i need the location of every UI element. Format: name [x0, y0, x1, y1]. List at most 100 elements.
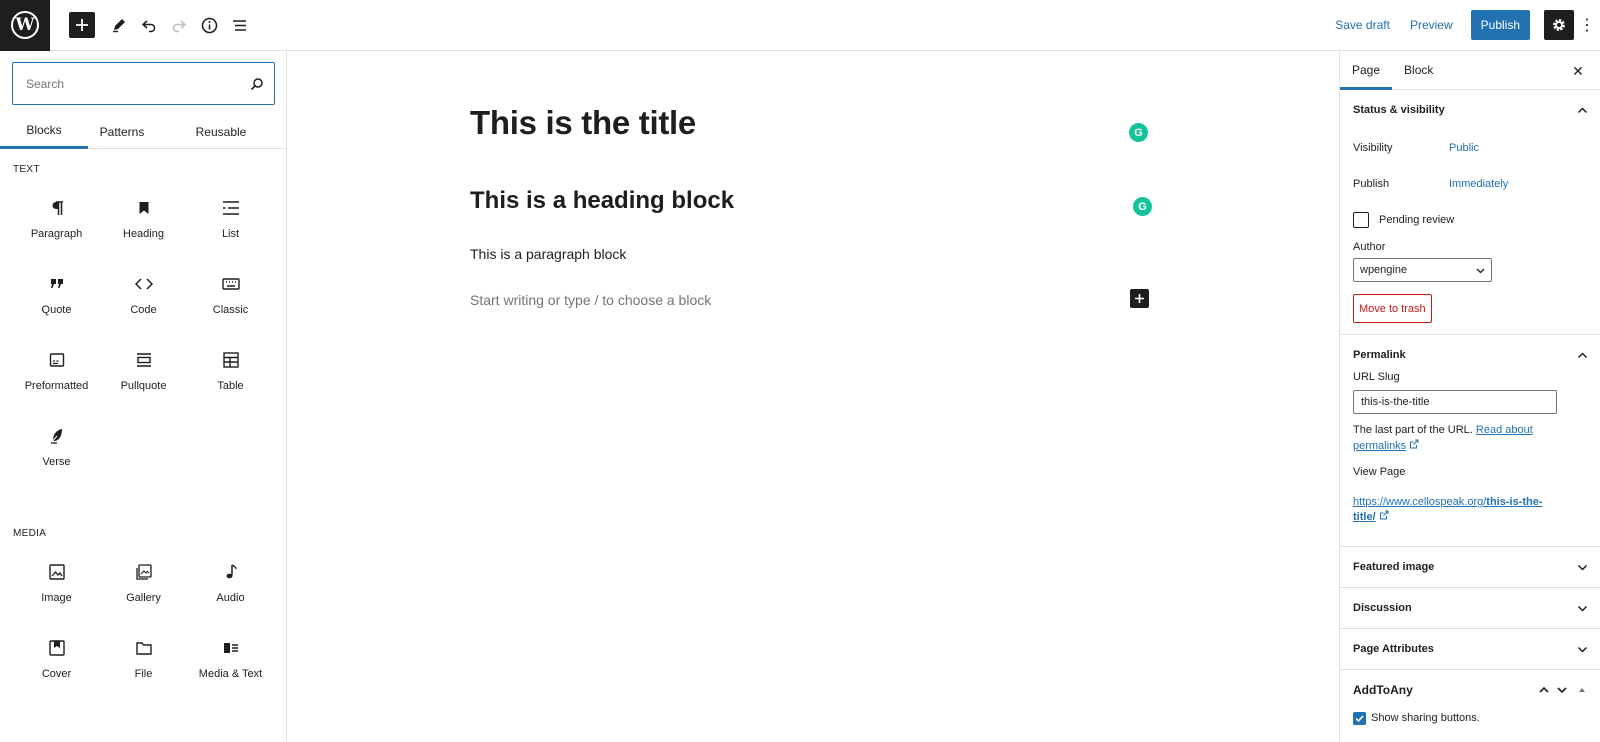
- settings-button[interactable]: [1544, 10, 1574, 40]
- preview-button[interactable]: Preview: [1400, 18, 1463, 32]
- publish-date-toggle[interactable]: Immediately: [1449, 178, 1508, 190]
- publish-row: Publish Immediately: [1353, 166, 1587, 202]
- paragraph-block[interactable]: This is a paragraph block: [470, 246, 626, 262]
- block-label: Cover: [41, 668, 72, 680]
- chevron-down-icon[interactable]: [1556, 684, 1568, 696]
- block-media-text[interactable]: Media & Text: [187, 621, 274, 697]
- add-block-button[interactable]: [1130, 289, 1149, 308]
- discussion-toggle[interactable]: Discussion: [1340, 588, 1600, 628]
- block-verse[interactable]: Verse: [13, 409, 100, 485]
- block-label: Code: [130, 304, 157, 316]
- discussion-panel: Discussion: [1340, 588, 1600, 629]
- featured-image-panel: Featured image: [1340, 547, 1600, 588]
- block-gallery[interactable]: Gallery: [100, 545, 187, 621]
- grammarly-icon[interactable]: G: [1133, 197, 1152, 216]
- block-label: Classic: [212, 304, 249, 316]
- block-code[interactable]: Code: [100, 257, 187, 333]
- save-draft-button[interactable]: Save draft: [1325, 18, 1400, 32]
- block-audio[interactable]: Audio: [187, 545, 274, 621]
- search-icon: [250, 77, 263, 90]
- media-text-icon: [223, 638, 239, 658]
- panel-title: Featured image: [1353, 561, 1435, 573]
- wordpress-logo-button[interactable]: W: [0, 0, 50, 51]
- pending-review-row: Pending review: [1353, 202, 1587, 238]
- pending-review-checkbox[interactable]: [1353, 212, 1369, 228]
- default-block-appender[interactable]: Start writing or type / to choose a bloc…: [470, 292, 711, 308]
- redo-button[interactable]: [164, 10, 194, 40]
- block-quote[interactable]: Quote: [13, 257, 100, 333]
- visibility-label: Visibility: [1353, 142, 1393, 154]
- heading-block[interactable]: This is a heading block: [470, 187, 734, 215]
- tab-blocks[interactable]: Blocks: [0, 114, 88, 149]
- details-button[interactable]: [194, 10, 224, 40]
- code-icon: [134, 274, 153, 294]
- permalink-help-text: The last part of the URL.: [1353, 424, 1473, 436]
- url-slug-input[interactable]: [1353, 390, 1557, 414]
- page-attributes-toggle[interactable]: Page Attributes: [1340, 629, 1600, 669]
- list-view-button[interactable]: [224, 10, 254, 40]
- publish-button[interactable]: Publish: [1470, 10, 1530, 40]
- show-sharing-checkbox[interactable]: [1353, 711, 1366, 725]
- addtoany-header: AddToAny: [1340, 670, 1600, 710]
- tab-patterns[interactable]: Patterns: [88, 114, 156, 149]
- permalink-toggle[interactable]: Permalink: [1340, 335, 1600, 375]
- block-cover[interactable]: Cover: [13, 621, 100, 697]
- block-pullquote[interactable]: Pullquote: [100, 333, 187, 409]
- block-label: Verse: [42, 456, 71, 468]
- url-slug-bold[interactable]: this-is-the-: [1486, 496, 1542, 508]
- caret-up-icon[interactable]: [1574, 684, 1588, 696]
- table-icon: [222, 350, 239, 370]
- url-slug-label: URL Slug: [1353, 371, 1400, 383]
- show-sharing-label: Show sharing buttons.: [1371, 712, 1480, 724]
- block-classic[interactable]: Classic: [187, 257, 274, 333]
- list-view-icon: [232, 19, 246, 31]
- block-table[interactable]: Table: [187, 333, 274, 409]
- block-search-input[interactable]: [26, 76, 250, 91]
- tab-page[interactable]: Page: [1340, 51, 1393, 90]
- bookmark-icon: [138, 198, 150, 218]
- visibility-toggle[interactable]: Public: [1449, 142, 1479, 154]
- block-list[interactable]: List: [187, 181, 274, 257]
- gallery-icon: [135, 562, 152, 582]
- block-search-field[interactable]: [12, 62, 275, 105]
- url-base[interactable]: https://www.cellospeak.org/: [1353, 496, 1486, 508]
- block-heading[interactable]: Heading: [100, 181, 187, 257]
- block-preformatted[interactable]: Preformatted: [13, 333, 100, 409]
- permalinks-link[interactable]: permalinks: [1353, 440, 1406, 452]
- external-link-icon: [1410, 439, 1419, 449]
- block-label: Pullquote: [120, 380, 167, 392]
- toggle-block-inserter-button[interactable]: [69, 12, 95, 38]
- quote-icon: [49, 274, 65, 294]
- tab-reusable[interactable]: Reusable: [156, 114, 286, 149]
- author-value: wpengine: [1360, 264, 1408, 276]
- read-about-link[interactable]: Read about: [1476, 424, 1533, 436]
- grammarly-icon[interactable]: G: [1129, 123, 1148, 142]
- checkmark-icon: [1355, 714, 1364, 722]
- sidebar-tabs: Page Block ✕: [1340, 51, 1600, 90]
- media-blocks-grid: Image Gallery Audio Cover File Media & T…: [13, 545, 273, 697]
- view-page-url[interactable]: https://www.cellospeak.org/this-is-the- …: [1353, 495, 1587, 525]
- block-image[interactable]: Image: [13, 545, 100, 621]
- url-slug-bold-2[interactable]: title/: [1353, 511, 1376, 523]
- author-select[interactable]: wpengine: [1353, 258, 1492, 282]
- block-label: Quote: [41, 304, 72, 316]
- gear-icon: [1553, 19, 1565, 31]
- options-menu-icon[interactable]: ⋮: [1574, 10, 1600, 40]
- block-file[interactable]: File: [100, 621, 187, 697]
- undo-button[interactable]: [134, 10, 164, 40]
- chevron-up-icon[interactable]: [1538, 684, 1550, 696]
- block-label: Gallery: [126, 592, 161, 604]
- view-page-label: View Page: [1353, 466, 1406, 478]
- tools-edit-button[interactable]: [104, 10, 134, 40]
- block-label: List: [221, 228, 240, 240]
- chevron-down-icon: [1577, 564, 1588, 571]
- tab-block[interactable]: Block: [1392, 51, 1445, 90]
- block-label: Media & Text: [198, 668, 263, 680]
- page-attributes-panel: Page Attributes: [1340, 629, 1600, 670]
- featured-image-toggle[interactable]: Featured image: [1340, 547, 1600, 587]
- status-visibility-toggle[interactable]: Status & visibility: [1340, 90, 1600, 130]
- post-title[interactable]: This is the title: [470, 104, 696, 142]
- close-icon[interactable]: ✕: [1568, 61, 1588, 81]
- block-paragraph[interactable]: Paragraph: [13, 181, 100, 257]
- move-to-trash-button[interactable]: Move to trash: [1353, 294, 1432, 323]
